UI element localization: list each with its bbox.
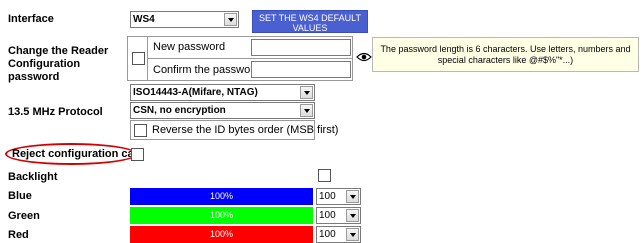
red-label: Red (8, 229, 29, 241)
reverse-bytes-label: Reverse the ID bytes order (MSB first) (152, 124, 339, 136)
red-level-bar[interactable]: 100% (130, 226, 313, 243)
password-enable-checkbox[interactable] (132, 52, 145, 65)
protocol-standard-value: ISO14443-A(Mifare, NTAG) (133, 87, 258, 98)
new-password-input[interactable] (251, 39, 351, 56)
red-level-value: 100 (319, 229, 336, 240)
backlight-label: Backlight (8, 171, 58, 183)
chevron-down-icon (346, 228, 359, 241)
blue-level-select[interactable]: 100 (316, 188, 361, 205)
red-level-select[interactable]: 100 (316, 226, 361, 243)
protocol-standard-select[interactable]: ISO14443-A(Mifare, NTAG) (130, 84, 315, 101)
protocol-encryption-value: CSN, no encryption (133, 105, 226, 116)
reject-config-card-checkbox[interactable] (131, 148, 144, 161)
chevron-down-icon (224, 13, 237, 26)
interface-select[interactable]: WS4 (130, 11, 239, 28)
green-level-select[interactable]: 100 (316, 207, 361, 224)
panel-row-divider (147, 58, 353, 59)
green-label: Green (8, 210, 40, 222)
interface-label: Interface (8, 13, 54, 25)
new-password-label: New password (153, 41, 226, 53)
eye-icon[interactable] (356, 51, 372, 63)
chevron-down-icon (300, 86, 313, 99)
confirm-password-input[interactable] (251, 61, 351, 78)
blue-level-bar[interactable]: 100% (130, 188, 313, 205)
chevron-down-icon (300, 104, 313, 117)
reverse-bytes-checkbox[interactable] (134, 124, 147, 137)
confirm-password-label: Confirm the password (153, 64, 260, 76)
blue-level-value: 100 (319, 191, 336, 202)
green-level-bar[interactable]: 100% (130, 207, 313, 224)
chevron-down-icon (346, 190, 359, 203)
password-hint: The password length is 6 characters. Use… (372, 37, 639, 72)
blue-label: Blue (8, 190, 32, 202)
set-default-values-button[interactable]: SET THE WS4 DEFAULT VALUES (252, 10, 368, 33)
backlight-checkbox[interactable] (318, 169, 331, 182)
reject-config-card-label: Reject configuration card (12, 148, 145, 160)
interface-select-value: WS4 (133, 14, 155, 25)
password-section-label: Change the Reader Configuration password (8, 45, 109, 83)
chevron-down-icon (346, 209, 359, 222)
protocol-label: 13.5 MHz Protocol (8, 106, 103, 118)
protocol-encryption-select[interactable]: CSN, no encryption (130, 102, 315, 119)
green-level-value: 100 (319, 210, 336, 221)
